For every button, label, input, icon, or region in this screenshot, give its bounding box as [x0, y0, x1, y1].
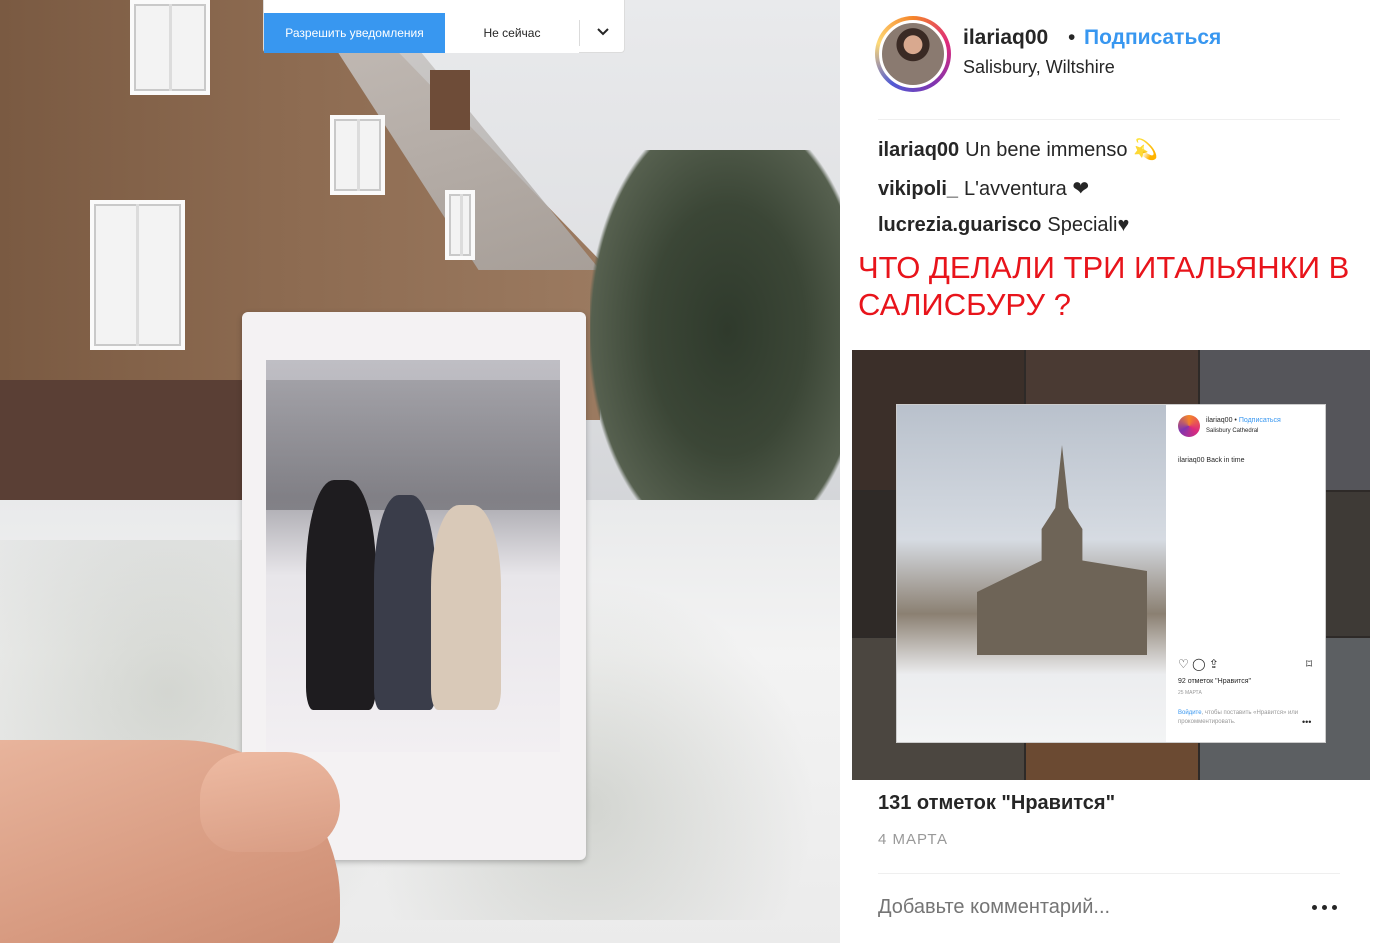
separator-dot: •: [1068, 26, 1076, 49]
more-icon: •••: [1302, 717, 1312, 727]
post-username[interactable]: ilariaq00: [963, 26, 1048, 50]
polaroid-trees: [266, 380, 560, 510]
comment-item: vikipoli_ L'avventura ❤: [878, 176, 1089, 201]
divider: [878, 873, 1340, 874]
comment-item: ilariaq00 Un bene immenso 💫: [878, 137, 1158, 162]
not-now-button[interactable]: Не сейчас: [445, 13, 579, 53]
embedded-post: ilariaq00 • Подписаться Salisbury Cathed…: [897, 405, 1325, 742]
embedded-follow: Подписаться: [1238, 417, 1281, 424]
overlay-headline: ЧТО ДЕЛАЛИ ТРИ ИТАЛЬЯНКИ В САЛИСБУРУ ?: [858, 250, 1350, 322]
post-sidebar: ilariaq00 • Подписаться Salisbury, Wilts…: [840, 0, 1373, 943]
house-window: [90, 200, 185, 350]
chimney: [430, 70, 470, 130]
comment-text: L'avventura ❤: [964, 178, 1090, 200]
embedded-username: ilariaq00: [1206, 417, 1233, 424]
notification-prompt: Разрешить уведомления Не сейчас: [263, 0, 625, 53]
more-options-button[interactable]: [1310, 892, 1340, 922]
tree: [590, 150, 840, 550]
embedded-likes: 92 отметок "Нравится": [1178, 678, 1252, 685]
comment-text: Un bene immenso 💫: [965, 139, 1158, 161]
house-window: [330, 115, 385, 195]
story-ring[interactable]: [875, 16, 951, 92]
embedded-header: ilariaq00 • Подписаться: [1206, 417, 1281, 424]
comment-input[interactable]: [878, 896, 1278, 919]
polaroid-person: [306, 480, 376, 710]
divider: [878, 119, 1340, 120]
like-count[interactable]: 131 отметок "Нравится": [878, 792, 1115, 815]
polaroid-person: [431, 505, 501, 710]
comment-icon: ◯: [1192, 657, 1206, 671]
house-window: [130, 0, 210, 95]
avatar: [879, 20, 947, 88]
embedded-location: Salisbury Cathedral: [1206, 428, 1259, 434]
post-location[interactable]: Salisbury, Wiltshire: [963, 57, 1115, 78]
more-icon: [1332, 905, 1337, 910]
embedded-login-link: Войдите: [1178, 710, 1202, 716]
more-icon: [1312, 905, 1317, 910]
chevron-down-icon: [597, 28, 609, 36]
embedded-avatar: [1178, 415, 1200, 437]
embedded-actions: ♡ ◯ ⇪: [1178, 657, 1219, 671]
embedded-screenshot: ilariaq00 • Подписаться Salisbury Cathed…: [852, 350, 1370, 780]
heart-icon: ♡: [1178, 657, 1189, 671]
comment-username[interactable]: lucrezia.guarisco: [878, 214, 1041, 236]
thumb: [200, 752, 340, 852]
post-photo[interactable]: [0, 0, 840, 943]
embedded-post-photo: [897, 405, 1166, 742]
comment-item: lucrezia.guarisco Speciali♥: [878, 214, 1129, 237]
polaroid-picture: [266, 360, 560, 752]
more-icon: [1322, 905, 1327, 910]
comment-username[interactable]: ilariaq00: [878, 139, 959, 161]
bookmark-icon: ⌑: [1306, 657, 1313, 671]
embedded-post-sidebar: ilariaq00 • Подписаться Salisbury Cathed…: [1166, 405, 1325, 742]
embedded-caption: ilariaq00 Back in time: [1178, 457, 1245, 464]
comment-username[interactable]: vikipoli_: [878, 178, 958, 200]
allow-notifications-button[interactable]: Разрешить уведомления: [264, 13, 445, 53]
comment-text: Speciali♥: [1047, 214, 1130, 236]
notification-options-button[interactable]: [580, 13, 626, 53]
post-date[interactable]: 4 МАРТА: [878, 831, 948, 848]
embedded-login-prompt: Войдите, чтобы поставить «Нравится» или …: [1178, 709, 1318, 727]
garden-fence: [0, 380, 250, 500]
polaroid-person: [374, 495, 436, 710]
follow-button[interactable]: Подписаться: [1084, 26, 1221, 50]
cathedral: [977, 445, 1147, 655]
share-icon: ⇪: [1208, 657, 1219, 671]
house-window: [445, 190, 475, 260]
embedded-date: 25 МАРТА: [1178, 690, 1202, 696]
